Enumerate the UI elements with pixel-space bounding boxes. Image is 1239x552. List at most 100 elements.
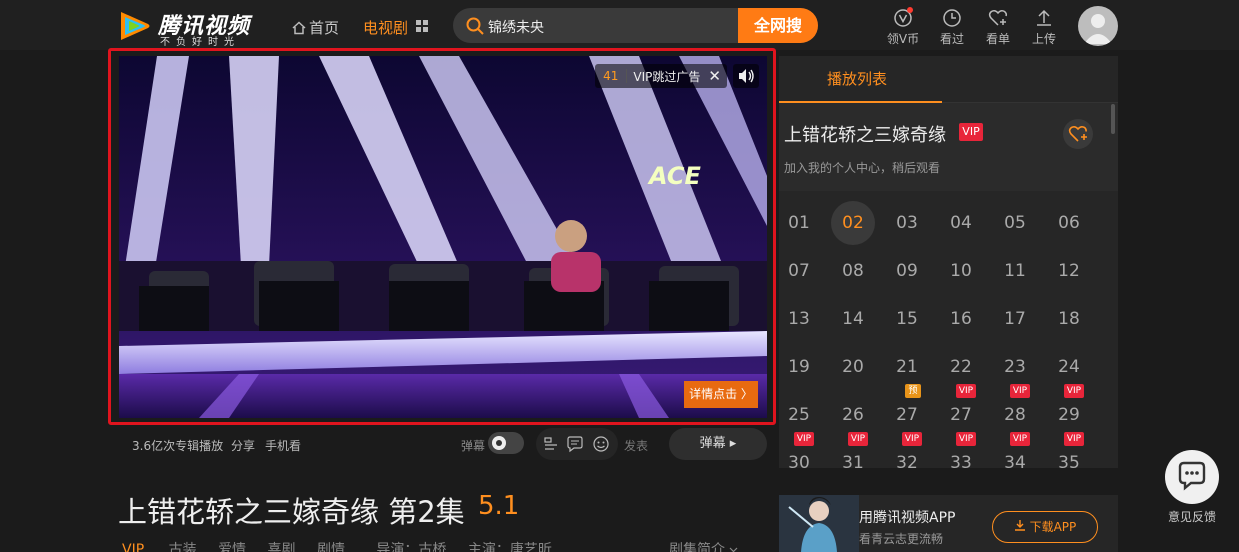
episode-item[interactable]: 25 — [779, 393, 821, 437]
watch-on-mobile-link[interactable]: 手机看 — [265, 437, 301, 454]
director[interactable]: 导演：古桥 — [376, 539, 446, 552]
post-danmu-input[interactable]: 发表 — [624, 437, 648, 454]
series-intro-label: 剧集简介 — [669, 542, 725, 552]
scrollbar[interactable] — [1111, 104, 1115, 134]
show-subtitle: 加入我的个人中心，稍后观看 — [784, 161, 941, 175]
volume-button[interactable] — [733, 64, 759, 88]
tag-genre[interactable]: 爱情 — [218, 539, 246, 552]
tool-watchlist[interactable]: 看单 — [978, 8, 1018, 47]
show-title[interactable]: 上错花轿之三嫁奇缘 — [784, 121, 946, 147]
feedback-label: 意见反馈 — [1168, 510, 1217, 524]
top-header: 腾讯视频 不负好时光 首页 电视剧 锦绣未央 全网搜 领V币 看过 看单 上传 — [0, 0, 1239, 50]
search-input[interactable]: 锦绣未央 — [488, 17, 544, 37]
episode-item[interactable]: 13 — [779, 297, 821, 341]
tab-playlist[interactable]: 播放列表 — [779, 56, 942, 103]
episode-item[interactable]: 21 — [885, 345, 929, 389]
episode-item[interactable]: 03 — [885, 201, 929, 245]
promo-figure-image — [779, 495, 859, 552]
grid-menu-icon[interactable] — [416, 20, 428, 32]
emoji-icon[interactable] — [592, 435, 610, 453]
tool-vcoin[interactable]: 领V币 — [883, 7, 923, 47]
episode-item[interactable]: 09 — [885, 249, 929, 293]
tool-upload[interactable]: 上传 — [1024, 8, 1064, 47]
video-frame-scene: ACE — [119, 56, 767, 418]
series-intro-link[interactable]: 剧集简介 — [669, 539, 738, 552]
episode-item[interactable]: 17 — [993, 297, 1037, 341]
vip-badge: VIP — [848, 432, 868, 446]
search-icon — [466, 17, 484, 35]
chevron-down-icon — [730, 547, 738, 552]
ad-countdown-bar: 41 VIP跳过广告 ✕ — [595, 64, 727, 88]
comment-bubble-icon[interactable] — [566, 435, 584, 453]
notification-dot — [907, 7, 913, 13]
page: 腾讯视频 不负好时光 首页 电视剧 锦绣未央 全网搜 领V币 看过 看单 上传 … — [0, 0, 1239, 552]
video-player[interactable]: ACE 41 VIP跳过广告 ✕ 详情点击 〉 — [119, 56, 767, 418]
tag-genre[interactable]: 喜剧 — [268, 539, 296, 552]
episode-item[interactable]: 04 — [939, 201, 983, 245]
tag-vip[interactable]: VIP — [122, 542, 144, 552]
play-count: 3.6亿次专辑播放 — [132, 439, 224, 453]
episode-item[interactable]: 22 — [939, 345, 983, 389]
heart-plus-icon — [1068, 125, 1087, 142]
app-download-banner: 用腾讯视频APP 看青云志更流畅 下载APP — [779, 495, 1118, 552]
episode-item[interactable]: 05 — [993, 201, 1037, 245]
upload-icon — [1037, 9, 1051, 26]
tag-list: VIP 古装 爱情 喜剧 剧情 导演：古桥 主演：唐艺昕 — [122, 539, 569, 552]
ad-detail-button[interactable]: 详情点击 〉 — [684, 381, 758, 408]
episode-item[interactable]: 07 — [779, 249, 821, 293]
episode-item[interactable]: 23 — [993, 345, 1037, 389]
add-favorite-button[interactable] — [1063, 119, 1093, 149]
scene-ace-text: ACE — [647, 162, 701, 190]
vip-badge: VIP — [1064, 432, 1084, 446]
episode-item[interactable]: 01 — [779, 201, 821, 245]
cast[interactable]: 主演：唐艺昕 — [468, 539, 552, 552]
episode-item[interactable]: 14 — [831, 297, 875, 341]
episode-item[interactable]: 10 — [939, 249, 983, 293]
danmu-settings-group — [536, 428, 618, 460]
vip-badge: VIP — [956, 384, 976, 398]
nav-tv[interactable]: 电视剧 — [363, 17, 408, 38]
episode-item[interactable]: 27 — [939, 393, 983, 437]
tool-label: 上传 — [1031, 32, 1056, 46]
episode-item[interactable]: 24 — [1047, 345, 1091, 389]
nav-home[interactable]: 首页 — [292, 17, 339, 38]
vip-badge: VIP — [902, 432, 922, 446]
vip-skip-ad-link[interactable]: VIP跳过广告 — [627, 68, 706, 85]
tag-genre[interactable]: 剧情 — [317, 539, 345, 552]
danmu-toggle[interactable] — [488, 432, 524, 454]
rating-score: 5.1 — [478, 491, 520, 521]
preview-badge: 预 — [905, 384, 921, 398]
episode-item[interactable]: 11 — [993, 249, 1037, 293]
episode-item[interactable]: 06 — [1047, 201, 1091, 245]
episode-item[interactable]: 27 — [885, 393, 929, 437]
episode-title: 上错花轿之三嫁奇缘 第2集 — [118, 495, 465, 529]
home-icon — [292, 20, 306, 34]
search-button[interactable]: 全网搜 — [738, 8, 818, 43]
episode-item[interactable]: 16 — [939, 297, 983, 341]
episode-item[interactable]: 26 — [831, 393, 875, 437]
send-danmu-button[interactable]: 弹幕 ▸ — [669, 428, 767, 460]
user-avatar[interactable] — [1078, 6, 1118, 46]
ad-countdown: 41 — [595, 69, 628, 83]
episode-item[interactable]: 15 — [885, 297, 929, 341]
episode-item[interactable]: 20 — [831, 345, 875, 389]
episode-item[interactable]: 08 — [831, 249, 875, 293]
vip-badge: VIP — [794, 432, 814, 446]
share-link[interactable]: 分享 — [231, 437, 255, 454]
tencent-video-logo-icon — [121, 12, 150, 40]
tag-genre[interactable]: 古装 — [169, 539, 197, 552]
close-ad-icon[interactable]: ✕ — [706, 67, 727, 85]
episode-item[interactable]: 02 — [831, 201, 875, 245]
logo[interactable]: 腾讯视频 不负好时光 — [118, 6, 258, 48]
download-app-button[interactable]: 下载APP — [992, 511, 1098, 543]
show-card: 上错花轿之三嫁奇缘 VIP 加入我的个人中心，稍后观看 — [779, 103, 1118, 191]
tool-history[interactable]: 看过 — [932, 8, 972, 47]
search-bar: 锦绣未央 全网搜 — [453, 8, 818, 43]
episode-item[interactable]: 19 — [779, 345, 821, 389]
episode-item[interactable]: 18 — [1047, 297, 1091, 341]
episode-item[interactable]: 12 — [1047, 249, 1091, 293]
episode-item[interactable]: 29 — [1047, 393, 1091, 437]
episode-item[interactable]: 28 — [993, 393, 1037, 437]
danmu-style-icon[interactable] — [542, 435, 560, 453]
feedback-button[interactable] — [1165, 450, 1219, 504]
